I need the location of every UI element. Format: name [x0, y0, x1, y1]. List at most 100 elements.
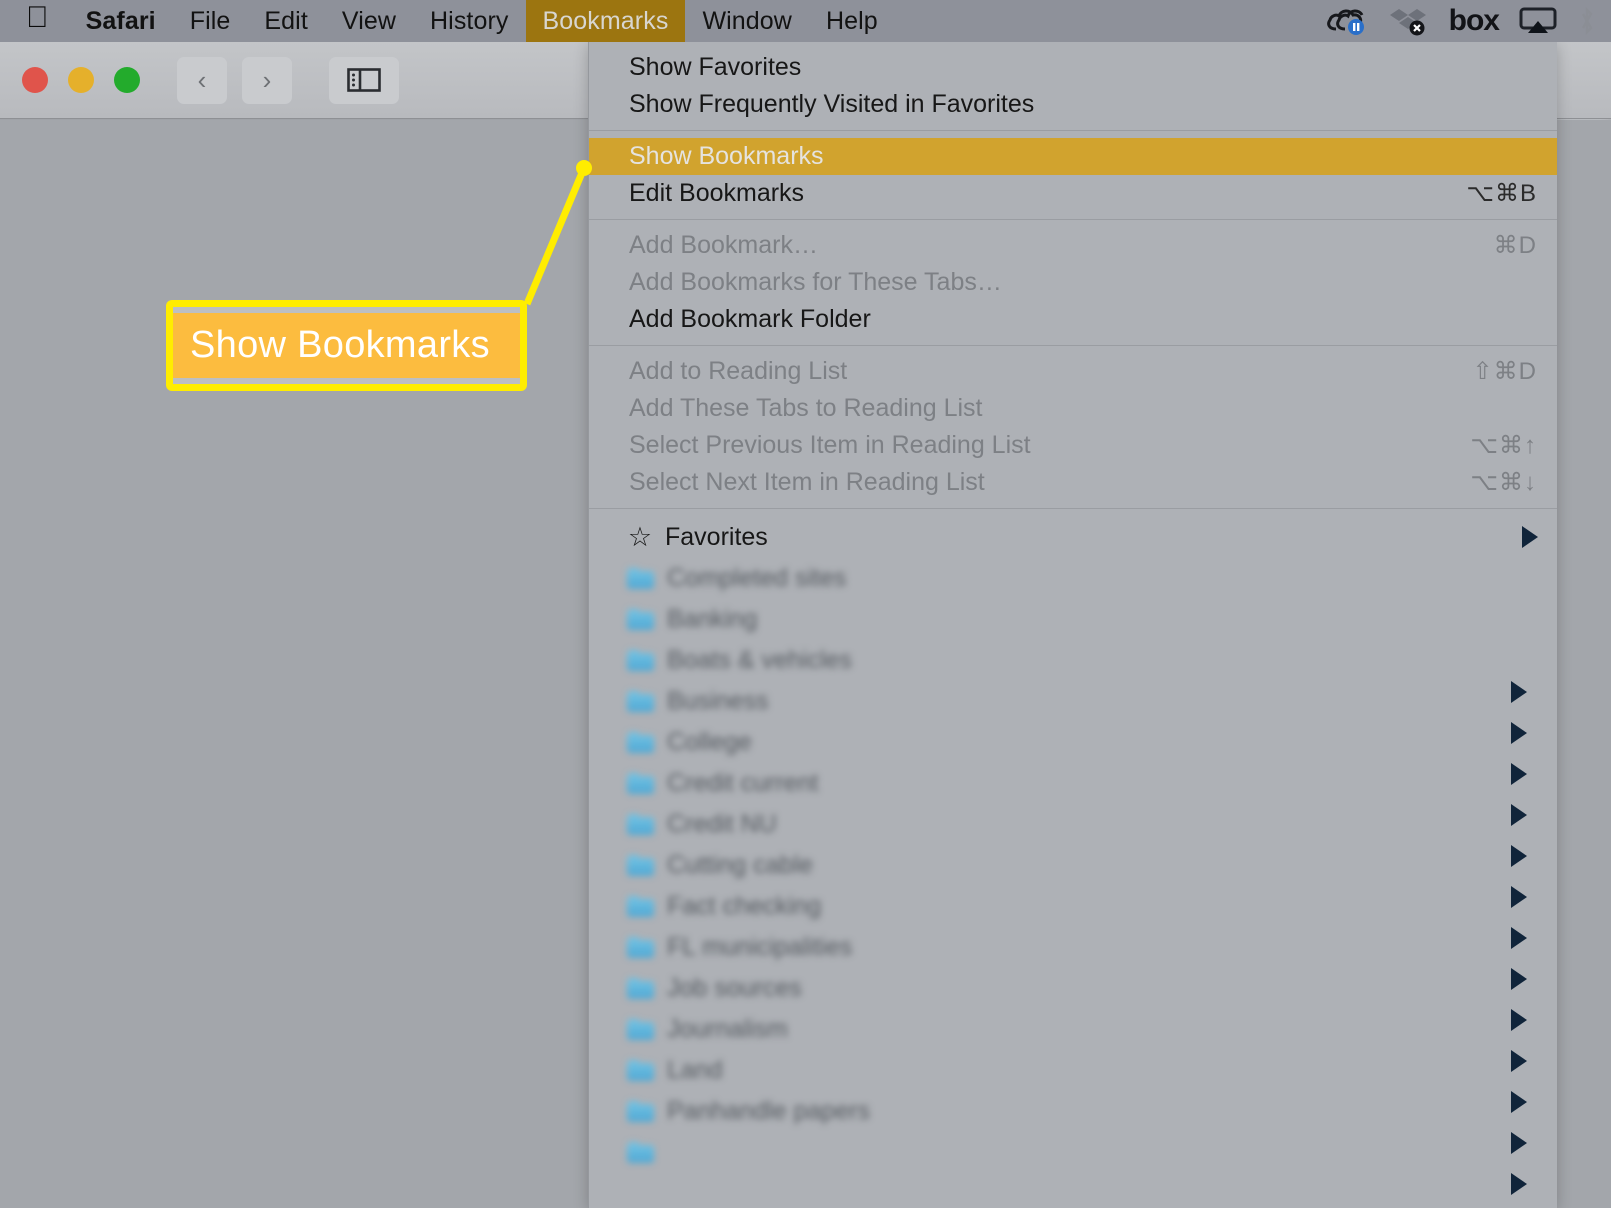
submenu-arrow-icon: [1511, 681, 1527, 703]
submenu-arrow-column: [1497, 651, 1557, 1208]
submenu-arrow-icon: [1511, 927, 1527, 949]
menubar-item-view[interactable]: View: [325, 0, 413, 42]
menu-item-folder[interactable]: Cutting cable: [589, 845, 1557, 886]
menu-item-label: Add to Reading List: [629, 357, 848, 385]
menu-item-folder[interactable]: Fact checking: [589, 886, 1557, 927]
minimize-window-button[interactable]: [68, 67, 94, 93]
menu-item-label: Land: [667, 1056, 723, 1084]
folder-icon: [627, 1142, 654, 1163]
forward-button[interactable]: ›: [242, 56, 292, 104]
menu-item-label: Show Favorites: [629, 53, 802, 81]
menu-item-show-favorites[interactable]: Show Favorites: [589, 49, 1557, 86]
menu-separator: [589, 219, 1557, 220]
back-button[interactable]: ‹: [177, 56, 227, 104]
menu-item-label: Journalism: [667, 1015, 788, 1043]
folder-icon: [627, 855, 654, 876]
menu-item-edit-bookmarks[interactable]: Edit Bookmarks ⌥⌘B: [589, 175, 1557, 212]
callout-inner-fill: Show Bookmarks: [173, 307, 520, 384]
folder-icon: [627, 773, 654, 794]
menubar-item-help[interactable]: Help: [809, 0, 895, 42]
menu-item-shortcut: ⌘D: [1493, 232, 1537, 259]
menu-item-folder[interactable]: Journalism: [589, 1009, 1557, 1050]
folder-icon: [627, 1060, 654, 1081]
menu-item-show-frequently-visited[interactable]: Show Frequently Visited in Favorites: [589, 86, 1557, 123]
menu-item-folder[interactable]: Credit current: [589, 763, 1557, 804]
apple-menu-item[interactable]: : [0, 0, 69, 42]
chevron-left-icon: ‹: [197, 64, 207, 95]
folder-icon: [627, 650, 654, 671]
menu-item-folder[interactable]: Panhandle papers: [589, 1091, 1557, 1132]
menu-item-label: College: [667, 728, 752, 756]
callout-highlight-box: Show Bookmarks: [166, 300, 527, 391]
sidebar-icon: [347, 68, 381, 92]
menubar-label: Help: [803, 6, 878, 35]
menu-item-label: Show Frequently Visited in Favorites: [629, 90, 1035, 118]
menu-item-label: Select Previous Item in Reading List: [629, 431, 1031, 459]
submenu-arrow-icon: [1511, 1132, 1527, 1154]
sidebar-toggle-button[interactable]: [329, 56, 399, 104]
submenu-arrow-icon: [1511, 968, 1527, 990]
menubar-label: Edit: [241, 6, 307, 35]
menubar-label: Safari: [63, 6, 156, 35]
submenu-arrow-icon: [1511, 1091, 1527, 1113]
folder-icon: [627, 937, 654, 958]
menubar-item-history[interactable]: History: [413, 0, 525, 42]
bluetooth-icon[interactable]: [1577, 6, 1597, 36]
menubar-label: Window: [679, 6, 791, 35]
menubar-item-file[interactable]: File: [173, 0, 248, 42]
menu-item-favorites[interactable]: ☆ Favorites: [589, 516, 1557, 558]
menu-item-folder[interactable]: Completed sites: [589, 558, 1557, 599]
menu-separator: [589, 508, 1557, 509]
menu-item-select-previous-reading-list: Select Previous Item in Reading List ⌥⌘↑: [589, 427, 1557, 464]
submenu-arrow-icon: [1511, 886, 1527, 908]
cloud-sync-paused-icon[interactable]: [1325, 6, 1369, 36]
traffic-light-group: [22, 67, 140, 93]
menu-item-label: Favorites: [665, 522, 768, 551]
menu-item-label: Fact checking: [667, 892, 822, 920]
callout-label: Show Bookmarks: [190, 324, 490, 366]
menu-item-label: Edit Bookmarks: [629, 179, 805, 207]
menu-item-show-bookmarks[interactable]: Show Bookmarks: [589, 138, 1557, 175]
menubar-item-window[interactable]: Window: [685, 0, 809, 42]
menu-item-label: Add Bookmark Folder: [629, 305, 871, 333]
menu-item-label: FL municipalities: [667, 933, 853, 961]
menubar-label: History: [407, 6, 508, 35]
menu-item-folder[interactable]: College: [589, 722, 1557, 763]
menu-item-folder[interactable]: FL municipalities: [589, 927, 1557, 968]
menu-item-folder[interactable]: Banking: [589, 599, 1557, 640]
submenu-arrow-icon: [1511, 1173, 1527, 1195]
zoom-window-button[interactable]: [114, 67, 140, 93]
menubar-label: View: [319, 6, 396, 35]
menu-item-shortcut: ⌥⌘↑: [1470, 432, 1537, 459]
submenu-arrow-icon: [1511, 1009, 1527, 1031]
menu-item-add-these-tabs-to-reading-list: Add These Tabs to Reading List: [589, 390, 1557, 427]
menu-item-folder[interactable]: Boats & vehicles: [589, 640, 1557, 681]
menu-item-folder[interactable]: Business: [589, 681, 1557, 722]
airplay-icon[interactable]: [1519, 7, 1557, 35]
submenu-arrow-icon: [1511, 763, 1527, 785]
menu-item-add-bookmarks-for-these-tabs: Add Bookmarks for These Tabs…: [589, 264, 1557, 301]
menu-item-folder[interactable]: Job sources: [589, 968, 1557, 1009]
menu-item-folder[interactable]: Credit NU: [589, 804, 1557, 845]
bookmarks-dropdown-menu[interactable]: Show Favorites Show Frequently Visited i…: [588, 42, 1557, 1208]
menubar-item-safari[interactable]: Safari: [69, 0, 173, 42]
menubar-label: Bookmarks: [519, 6, 669, 35]
menubar-status-area: box: [1325, 0, 1611, 42]
menubar-item-edit[interactable]: Edit: [247, 0, 324, 42]
menu-item-folder[interactable]: [589, 1132, 1557, 1173]
menu-item-select-next-reading-list: Select Next Item in Reading List ⌥⌘↓: [589, 464, 1557, 501]
close-window-button[interactable]: [22, 67, 48, 93]
menu-item-add-bookmark-folder[interactable]: Add Bookmark Folder: [589, 301, 1557, 338]
box-logo-icon[interactable]: box: [1449, 4, 1500, 38]
menu-item-folder[interactable]: Land: [589, 1050, 1557, 1091]
dropbox-error-icon[interactable]: [1389, 6, 1429, 36]
folder-icon: [627, 1101, 654, 1122]
menu-item-add-bookmark: Add Bookmark… ⌘D: [589, 227, 1557, 264]
folder-icon: [627, 732, 654, 753]
submenu-arrow-icon: [1511, 845, 1527, 867]
folder-icon: [627, 1019, 654, 1040]
submenu-arrow-icon: [1511, 1050, 1527, 1072]
menu-item-label: Business: [667, 687, 769, 715]
menubar-item-bookmarks[interactable]: Bookmarks: [519, 0, 686, 42]
menu-item-shortcut: ⇧⌘D: [1472, 358, 1537, 385]
